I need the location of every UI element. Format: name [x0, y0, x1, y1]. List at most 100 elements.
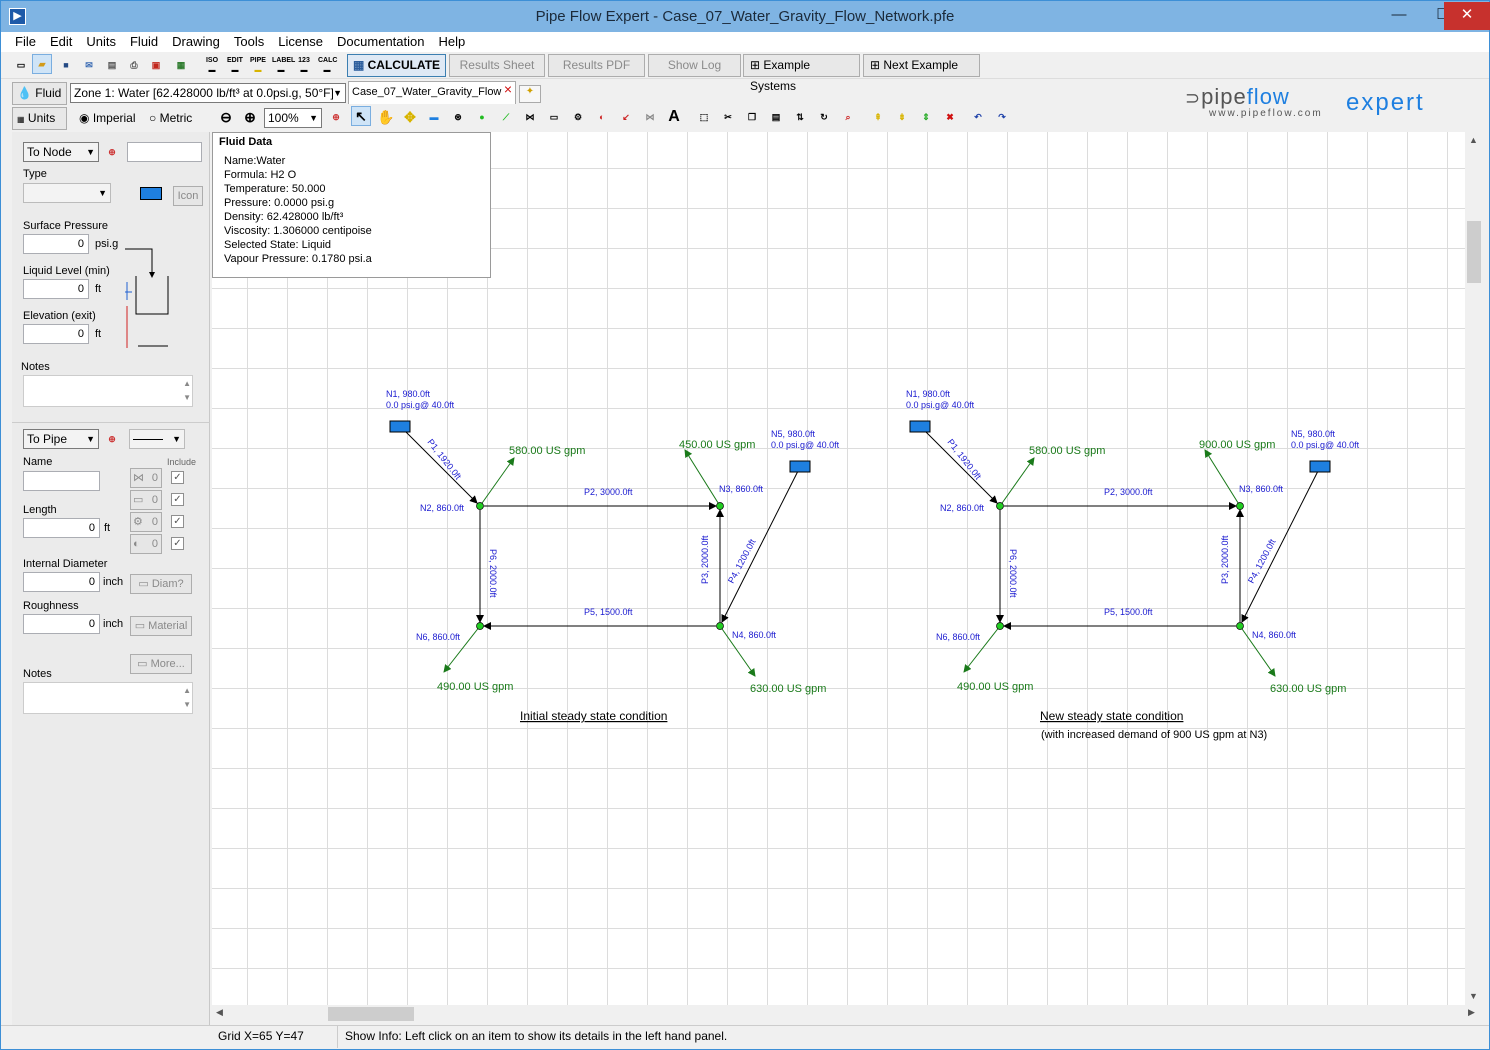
node-name-input[interactable] — [127, 142, 202, 162]
numbers-icon[interactable]: 123 ▬ — [294, 55, 314, 75]
node-label-n5-pressure[interactable]: 0.0 psi.g@ 40.0ft — [771, 440, 840, 450]
node-label-n1-pressure[interactable]: 0.0 psi.g@ 40.0ft — [906, 400, 975, 410]
text-tool-icon[interactable]: A — [664, 107, 684, 127]
vertical-scrollbar[interactable]: ▲ ▼ — [1465, 132, 1483, 1005]
drawing-canvas[interactable]: N1, 980.0ft 0.0 psi.g@ 40.0ft N5, 980.0ft 0… — [212, 132, 1465, 1005]
pipe-label-p2[interactable]: P2, 3000.0ft — [1104, 487, 1153, 497]
pipe-icon[interactable]: PIPE ▬ — [248, 55, 268, 75]
zone-combo[interactable]: Zone 1: Water [62.428000 lb/ft³ at 0.0ps… — [70, 83, 346, 103]
node-label-n2[interactable]: N2, 860.0ft — [420, 503, 465, 513]
vertical-scroll-thumb[interactable] — [1467, 221, 1481, 283]
pump-icon[interactable]: ⊛ — [448, 107, 468, 127]
save-icon[interactable]: ■ — [56, 55, 76, 75]
units-button[interactable]: ▦ Units — [12, 107, 67, 130]
node-label-n2[interactable]: N2, 860.0ft — [940, 503, 985, 513]
new-file-icon[interactable]: ▭ — [11, 55, 31, 75]
delete-icon[interactable]: ✖ — [940, 107, 960, 127]
demand-label-n4[interactable]: 630.00 US gpm — [1270, 683, 1346, 695]
horizontal-scrollbar[interactable]: ◀ ▶ — [212, 1005, 1483, 1023]
node-n6[interactable] — [996, 622, 1004, 630]
icon-button[interactable]: Icon — [173, 186, 203, 206]
include-component-checkbox[interactable]: ✓ — [171, 493, 184, 506]
pump-curve-icon[interactable]: ◐ — [592, 107, 612, 127]
node-label-n5[interactable]: N5, 980.0ft — [771, 429, 816, 439]
demand-arrow-n2[interactable] — [479, 457, 515, 507]
internal-diameter-input[interactable]: 0 — [23, 572, 100, 592]
scroll-up-icon[interactable]: ▲ — [1469, 135, 1478, 145]
pipe-notes-textarea[interactable]: ▲ ▼ — [23, 682, 193, 714]
menu-tools[interactable]: Tools — [234, 32, 264, 49]
demand-label-n4[interactable]: 630.00 US gpm — [750, 683, 826, 695]
target-icon[interactable]: ⊕ — [326, 107, 346, 127]
more-button[interactable]: ▭ More... — [130, 654, 192, 674]
component-icon[interactable]: ▭ — [544, 107, 564, 127]
pipe-label-p5[interactable]: P5, 1500.0ft — [1104, 607, 1153, 617]
node-label-n6[interactable]: N6, 860.0ft — [416, 632, 461, 642]
zoom-out-icon[interactable]: ⊖ — [216, 107, 236, 127]
demand-arrow-n3[interactable] — [684, 449, 721, 507]
node-label-n5-pressure[interactable]: 0.0 psi.g@ 40.0ft — [1291, 440, 1360, 450]
undo-icon[interactable]: ↶ — [968, 107, 988, 127]
node-combo[interactable]: To Node ▼ — [23, 142, 99, 162]
pipe-label-p6[interactable]: P6, 2000.0ft — [488, 549, 498, 598]
find-icon[interactable]: ⌕ — [838, 107, 858, 127]
node-label-n5[interactable]: N5, 980.0ft — [1291, 429, 1336, 439]
zoom-combo[interactable]: 100% ▼ — [264, 108, 322, 128]
move-icon[interactable]: ✥ — [400, 107, 420, 127]
pipe-tool-icon[interactable]: ⟋ — [496, 107, 516, 127]
include-fitting-checkbox[interactable]: ✓ — [171, 515, 184, 528]
control-valve-icon[interactable]: ⋈ — [640, 107, 660, 127]
show-log-button[interactable]: Show Log — [648, 54, 741, 77]
calculate-button[interactable]: ▦ CALCULATE — [347, 54, 446, 77]
menu-documentation[interactable]: Documentation — [337, 32, 424, 49]
minimize-button[interactable]: — — [1377, 2, 1421, 30]
node-target-icon[interactable]: ⊕ — [102, 142, 122, 162]
node-n2[interactable] — [476, 502, 484, 510]
pipe-label-p6[interactable]: P6, 2000.0ft — [1008, 549, 1018, 598]
pipe-p1[interactable] — [405, 431, 478, 504]
fitting-button[interactable]: ⚙ 0 — [130, 512, 162, 532]
menu-units[interactable]: Units — [86, 32, 116, 49]
demand-label-n3[interactable]: 450.00 US gpm — [679, 439, 755, 451]
pipe-label-p5[interactable]: P5, 1500.0ft — [584, 607, 633, 617]
zoom-in-icon[interactable]: ⊕ — [240, 107, 260, 127]
menu-file[interactable]: File — [15, 32, 36, 49]
surface-pressure-input[interactable]: 0 — [23, 234, 89, 254]
tank-n1[interactable] — [389, 420, 411, 433]
email-icon[interactable]: ✉ — [79, 55, 99, 75]
redo-icon[interactable]: ↷ — [992, 107, 1012, 127]
demand-label-n2[interactable]: 580.00 US gpm — [1029, 445, 1105, 457]
node-label-n3[interactable]: N3, 860.0ft — [719, 484, 764, 494]
next-example-button[interactable]: ⊞ Next Example — [863, 54, 980, 77]
node-n2[interactable] — [996, 502, 1004, 510]
demand-arrow-n2[interactable] — [999, 457, 1035, 507]
pipe-label-p1[interactable]: P1, 1920.0ft — [425, 437, 463, 482]
pipe-target-icon[interactable]: ⊕ — [102, 429, 122, 449]
print-icon[interactable]: ⎙ — [124, 55, 144, 75]
liquid-level-input[interactable]: 0 — [23, 279, 89, 299]
pipe-label-p3[interactable]: P3, 2000.0ft — [1220, 535, 1230, 584]
new-tab-icon[interactable]: ✦ — [519, 85, 541, 103]
pipe-combo[interactable]: To Pipe ▼ — [23, 429, 99, 449]
node-label-n4[interactable]: N4, 860.0ft — [1252, 630, 1297, 640]
cut-icon[interactable]: ✂ — [718, 107, 738, 127]
include-pump-checkbox[interactable]: ✓ — [171, 537, 184, 550]
calc-icon[interactable]: CALC ▬ — [317, 55, 337, 75]
node-icon[interactable]: ● — [472, 107, 492, 127]
roughness-input[interactable]: 0 — [23, 614, 100, 634]
include-valve-checkbox[interactable]: ✓ — [171, 471, 184, 484]
menu-license[interactable]: License — [278, 32, 323, 49]
scroll-left-icon[interactable]: ◀ — [216, 1007, 223, 1018]
pipe-label-p2[interactable]: P2, 3000.0ft — [584, 487, 633, 497]
node-label-n1-pressure[interactable]: 0.0 psi.g@ 40.0ft — [386, 400, 455, 410]
distribute-icon[interactable]: ⇕ — [916, 107, 936, 127]
node-label-n1[interactable]: N1, 980.0ft — [386, 389, 431, 399]
flip-icon[interactable]: ⇅ — [790, 107, 810, 127]
open-folder-icon[interactable]: ▰ — [32, 54, 52, 74]
node-n6[interactable] — [476, 622, 484, 630]
scroll-right-icon[interactable]: ▶ — [1468, 1007, 1475, 1018]
node-label-n6[interactable]: N6, 860.0ft — [936, 632, 981, 642]
demand-label-n6[interactable]: 490.00 US gpm — [437, 681, 513, 693]
copy-icon[interactable]: ❐ — [742, 107, 762, 127]
align-icon[interactable]: ⇟ — [892, 107, 912, 127]
